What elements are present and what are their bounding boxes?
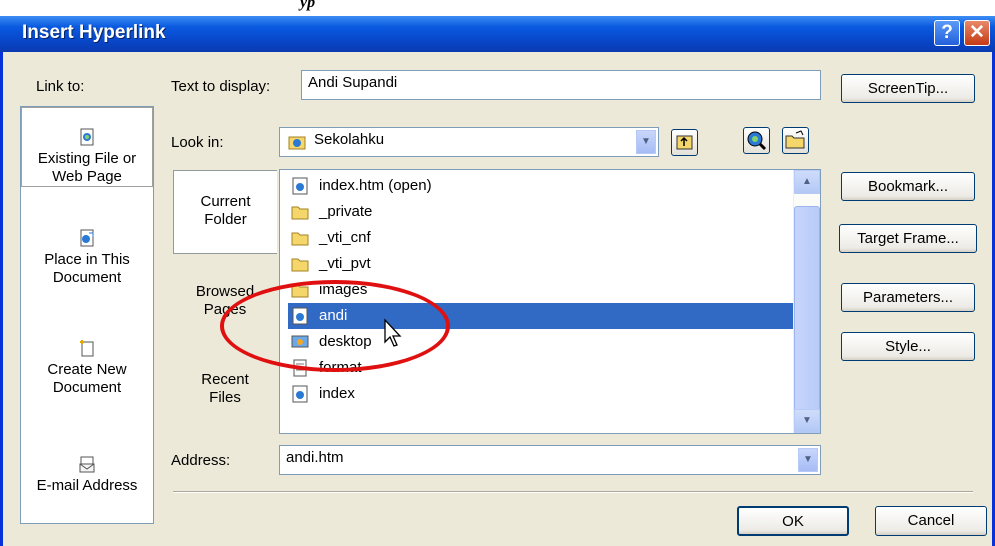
list-item[interactable]: index.htm (open)	[288, 173, 793, 199]
web-folder-icon	[288, 136, 306, 150]
link-existing-file[interactable]: Existing File or Web Page	[21, 107, 153, 187]
link-existing-file-label1: Existing File or	[37, 150, 137, 167]
tab-recent-files[interactable]: Recent Files	[173, 371, 277, 407]
address-input[interactable]: andi.htm	[279, 445, 821, 475]
look-in-select[interactable]: Sekolahku	[279, 127, 659, 157]
tab-current-folder-line2: Folder	[204, 211, 247, 228]
caption-fragment: yp	[300, 0, 316, 11]
cancel-button[interactable]: Cancel	[875, 506, 987, 536]
parameters-button[interactable]: Parameters...	[841, 283, 975, 312]
file-name: index.htm (open)	[319, 177, 432, 194]
link-place-in-document[interactable]: Place in This Document	[21, 229, 153, 287]
list-item[interactable]: _vti_pvt	[288, 251, 793, 277]
email-address-icon	[79, 456, 95, 473]
browse-file-button[interactable]	[782, 127, 809, 154]
scroll-down-button[interactable]: ▼	[794, 409, 820, 433]
tab-current-folder[interactable]: Current Folder	[173, 170, 277, 254]
text-to-display-input[interactable]: Andi Supandi	[301, 70, 821, 100]
look-in-value: Sekolahku	[314, 131, 385, 148]
link-place-label1: Place in This	[44, 251, 130, 268]
close-button[interactable]: ✕	[964, 20, 990, 46]
list-item[interactable]: _vti_cnf	[288, 225, 793, 251]
address-label: Address:	[171, 452, 231, 469]
style-button[interactable]: Style...	[841, 332, 975, 361]
link-create-new-document[interactable]: Create New Document	[21, 339, 153, 397]
file-name: _vti_cnf	[319, 229, 371, 246]
tab-current-folder-line1: Current	[200, 193, 251, 210]
target-frame-button[interactable]: Target Frame...	[839, 224, 977, 253]
top-strip	[0, 0, 995, 16]
scroll-up-button[interactable]: ▲	[794, 170, 820, 194]
folder-icon	[291, 206, 309, 220]
up-folder-button[interactable]	[671, 129, 698, 156]
link-create-label2: Document	[52, 379, 122, 396]
link-email-label1: E-mail Address	[36, 477, 138, 494]
file-name: index	[319, 385, 355, 402]
address-dropdown-arrow[interactable]: ▼	[798, 448, 818, 472]
tab-recent-files-line2: Files	[209, 389, 241, 406]
ok-button[interactable]: OK	[737, 506, 849, 536]
browse-web-button[interactable]	[743, 127, 770, 154]
file-name: _vti_pvt	[319, 255, 371, 272]
link-to-label: Link to:	[36, 78, 85, 95]
divider	[173, 491, 973, 493]
existing-file-icon	[80, 128, 94, 146]
annotation-ellipse	[220, 280, 450, 372]
list-item[interactable]: _private	[288, 199, 793, 225]
place-in-document-icon	[80, 229, 94, 247]
window-title: Insert Hyperlink	[22, 22, 166, 43]
open-folder-icon	[785, 130, 805, 149]
link-create-label1: Create New	[47, 361, 127, 378]
text-to-display-label: Text to display:	[171, 78, 271, 95]
help-button[interactable]: ?	[934, 20, 960, 46]
link-email-address[interactable]: E-mail Address	[21, 455, 153, 495]
look-in-dropdown-arrow[interactable]: ▼	[636, 130, 656, 154]
file-name: _private	[319, 203, 373, 220]
folder-icon	[291, 258, 309, 272]
web-page-icon	[292, 385, 308, 403]
web-page-icon	[292, 177, 308, 195]
link-to-bar: Existing File or Web Page Place in This …	[20, 106, 154, 524]
look-in-label: Look in:	[171, 134, 224, 151]
link-existing-file-label2: Web Page	[52, 168, 122, 185]
browse-web-icon	[747, 131, 767, 151]
screentip-button[interactable]: ScreenTip...	[841, 74, 975, 103]
file-list-scrollbar[interactable]: ▲ ▼	[793, 170, 820, 433]
tab-recent-files-line1: Recent	[201, 371, 249, 388]
scroll-thumb[interactable]	[794, 206, 820, 414]
mouse-cursor-icon	[384, 318, 402, 347]
create-new-document-icon	[80, 340, 94, 357]
link-place-label2: Document	[52, 269, 122, 286]
bookmark-button[interactable]: Bookmark...	[841, 172, 975, 201]
list-item[interactable]: index	[288, 381, 793, 407]
up-folder-icon	[676, 135, 693, 150]
folder-icon	[291, 232, 309, 246]
